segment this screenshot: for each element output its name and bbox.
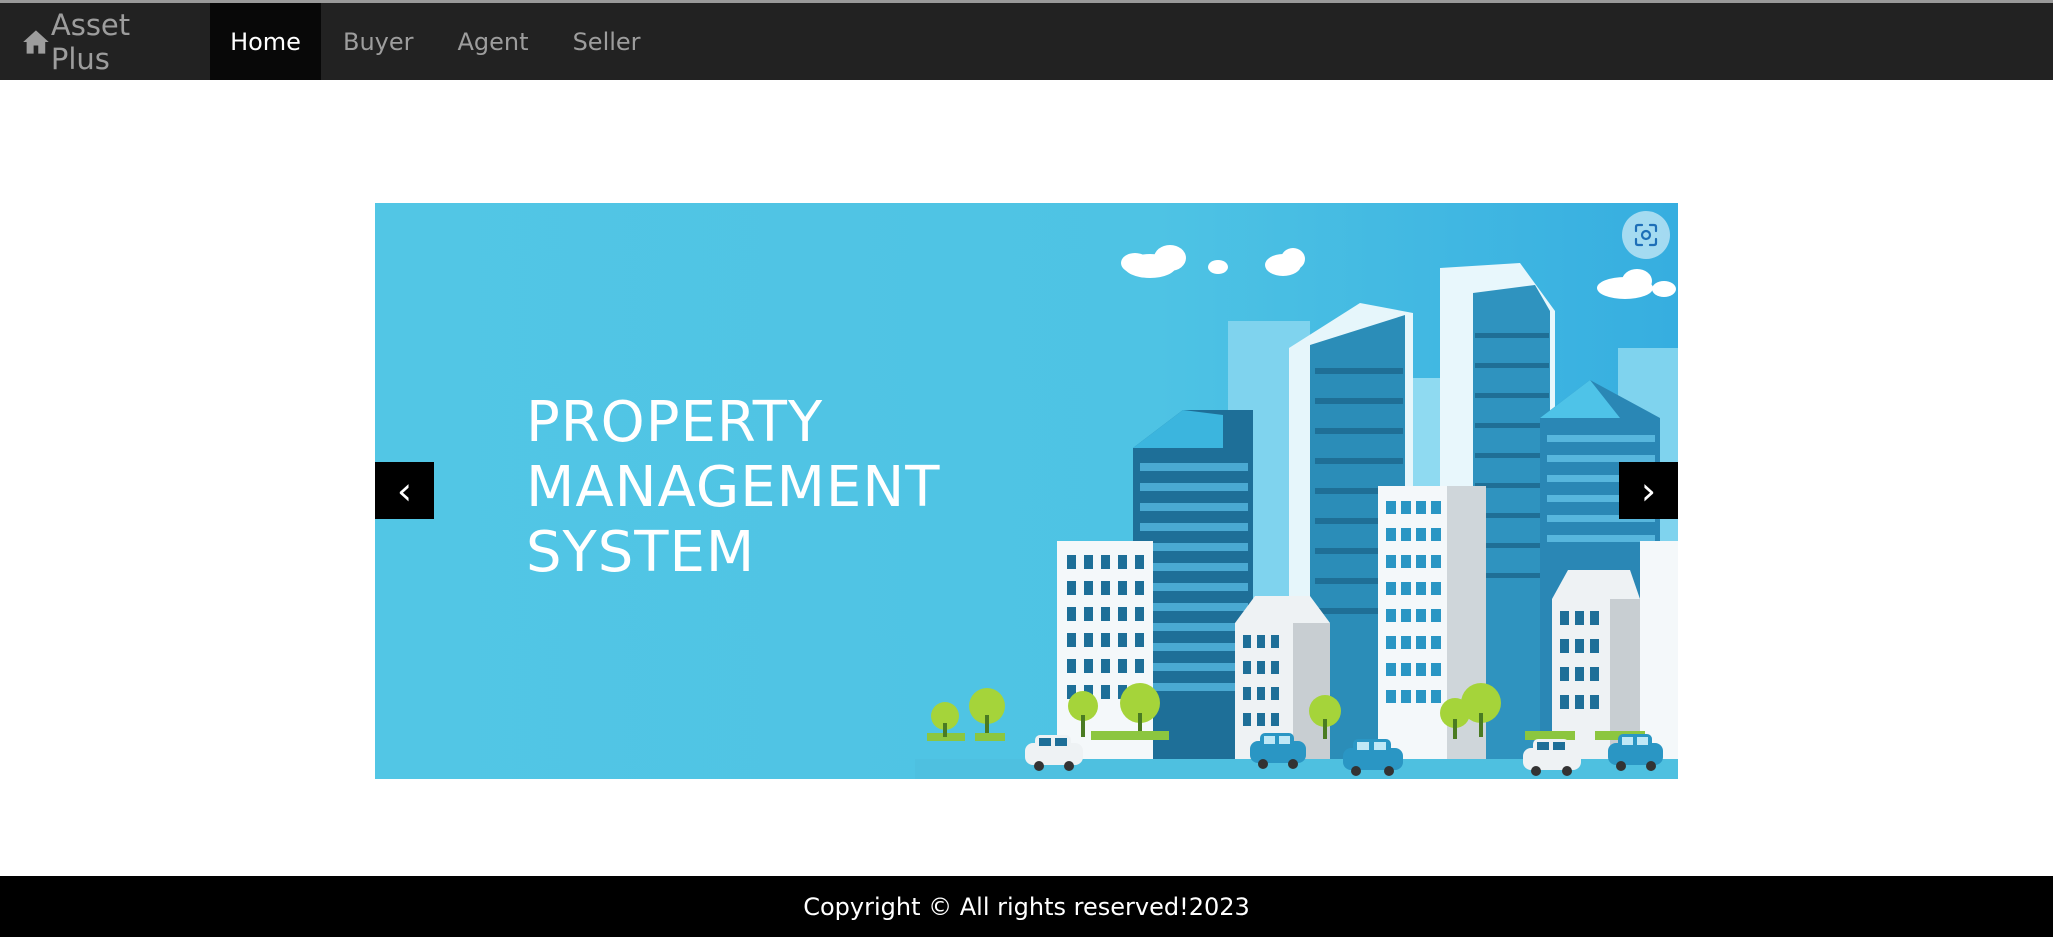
slide-caption: PROPERTY MANAGEMENT SYSTEM [526, 390, 940, 585]
home-icon [23, 29, 49, 54]
carousel-next-button[interactable]: › [1619, 462, 1678, 519]
slide-caption-line: MANAGEMENT [526, 455, 941, 520]
nav-item-buyer[interactable]: Buyer [321, 3, 436, 80]
nav-item-label: Buyer [343, 27, 414, 56]
slide-caption-line: SYSTEM [526, 520, 756, 585]
nav-item-seller[interactable]: Seller [551, 3, 663, 80]
visual-search-glyph [1634, 223, 1658, 247]
copyright-text: Copyright © All rights reserved!2023 [803, 892, 1250, 921]
chevron-right-icon: › [1640, 468, 1657, 513]
nav-item-agent[interactable]: Agent [436, 3, 551, 80]
nav-item-home[interactable]: Home [210, 3, 321, 80]
image-carousel: PROPERTY MANAGEMENT SYSTEM ‹ › [375, 203, 1678, 779]
top-navbar: Asset Plus Home Buyer Agent Seller [0, 3, 2053, 80]
nav-item-label: Home [230, 27, 301, 56]
chevron-left-icon: ‹ [396, 468, 413, 513]
brand-name: Asset Plus [50, 7, 131, 76]
nav-item-label: Seller [572, 27, 641, 56]
carousel-prev-button[interactable]: ‹ [375, 462, 434, 519]
visual-search-icon[interactable] [1622, 211, 1670, 259]
page-footer: Copyright © All rights reserved!2023 [0, 876, 2053, 937]
brand-link[interactable]: Asset Plus [0, 3, 210, 80]
slide-caption-line: PROPERTY [526, 390, 824, 455]
nav-item-label: Agent [457, 27, 529, 56]
